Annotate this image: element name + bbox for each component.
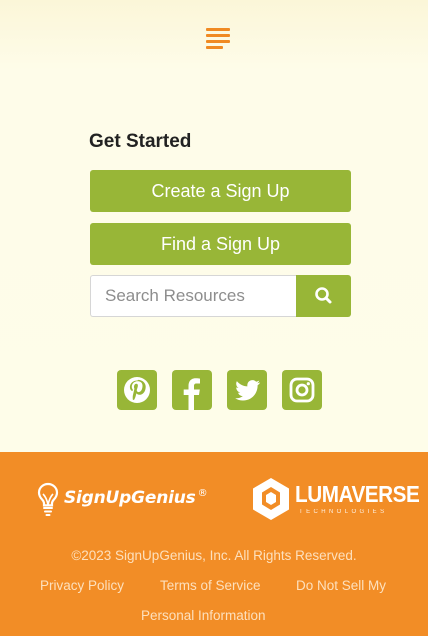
search-button[interactable]: [296, 275, 351, 317]
footer-links: Privacy Policy Terms of Service Do Not S…: [0, 578, 428, 628]
hamburger-menu-icon[interactable]: [206, 24, 232, 54]
facebook-button[interactable]: [172, 370, 212, 410]
lumaverse-wordmark: LUMAVERSE: [295, 481, 420, 507]
pinterest-icon: [124, 377, 150, 403]
lumaverse-tagline: TECHNOLOGIES: [299, 509, 388, 515]
main-content-area: Get Started Create a Sign Up Find a Sign…: [0, 0, 428, 452]
pinterest-button[interactable]: [117, 370, 157, 410]
do-not-sell-link[interactable]: Do Not Sell My: [296, 578, 386, 593]
search-resources-form: [90, 275, 351, 317]
twitter-icon: [235, 380, 261, 401]
lumaverse-logo[interactable]: LUMAVERSE TECHNOLOGIES: [250, 476, 420, 524]
site-footer: SignUpGenius ® LUMAVERSE TECHNOLOGIES ©20…: [0, 452, 428, 636]
personal-information-link[interactable]: Personal Information: [141, 608, 266, 623]
instagram-icon: [289, 377, 315, 403]
twitter-button[interactable]: [227, 370, 267, 410]
facebook-icon: [183, 378, 200, 410]
instagram-button[interactable]: [282, 370, 322, 410]
get-started-heading: Get Started: [89, 131, 192, 152]
find-sign-up-button[interactable]: Find a Sign Up: [90, 223, 351, 265]
terms-of-service-link[interactable]: Terms of Service: [160, 578, 261, 593]
create-sign-up-button[interactable]: Create a Sign Up: [90, 170, 351, 212]
signupgenius-logo[interactable]: SignUpGenius ®: [34, 480, 224, 520]
copyright-text: ©2023 SignUpGenius, Inc. All Rights Rese…: [71, 548, 357, 563]
signupgenius-wordmark: SignUpGenius ®: [64, 488, 208, 508]
lumaverse-hexagon-icon: [253, 478, 289, 520]
lightbulb-icon: [37, 482, 59, 516]
privacy-policy-link[interactable]: Privacy Policy: [40, 578, 124, 593]
search-resources-input[interactable]: [90, 275, 296, 317]
search-icon: [315, 287, 332, 304]
